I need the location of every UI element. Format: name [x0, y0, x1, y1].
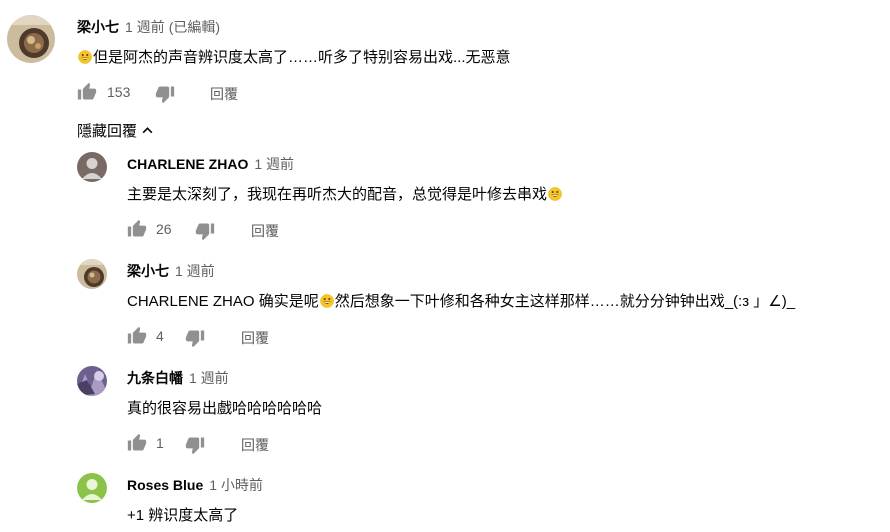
author-name[interactable]: CHARLENE ZHAO — [127, 156, 248, 172]
grinning-face-emoji-icon — [78, 50, 92, 64]
comment-text-content: +1 辨识度太高了 — [127, 507, 239, 524]
thumb-down-icon[interactable] — [185, 435, 205, 455]
grinning-face-emoji-icon — [548, 187, 562, 201]
thumb-down-icon[interactable] — [195, 221, 215, 241]
comment-text-content: CHARLENE ZHAO 确实是呢 — [127, 293, 319, 310]
thumb-up-icon[interactable] — [127, 219, 147, 239]
comment-text-content: 但是阿杰的声音辨识度太高了……听多了特别容易出戏...无恶意 — [93, 49, 511, 66]
comment-text-content: 真的很容易出戲哈哈哈哈哈哈 — [127, 400, 323, 417]
avatar[interactable] — [77, 152, 107, 182]
avatar[interactable] — [77, 473, 107, 503]
comment-actions: 26 回覆 — [127, 218, 327, 242]
thumb-up-icon[interactable] — [127, 326, 147, 346]
reply-button[interactable]: 回覆 — [241, 328, 269, 348]
hide-replies-toggle[interactable]: 隱藏回覆 — [77, 120, 154, 141]
thumb-down-icon[interactable] — [185, 328, 205, 348]
comment-author[interactable]: CHARLENE ZHAO 1 週前 — [127, 154, 294, 174]
comment-timestamp[interactable]: 1 週前 — [175, 263, 215, 279]
thumb-up-icon[interactable] — [127, 433, 147, 453]
comment-text: 主要是太深刻了，我现在再听杰大的配音，总觉得是叶修去串戏 — [127, 183, 563, 204]
comment-text: +1 辨识度太高了 — [127, 504, 238, 525]
comment-author[interactable]: 九条白幡 1 週前 — [127, 368, 229, 388]
edited-label: (已編輯) — [168, 19, 221, 35]
reply-button[interactable]: 回覆 — [210, 84, 238, 104]
reply-button[interactable]: 回覆 — [241, 435, 269, 455]
author-name[interactable]: 梁小七 — [77, 19, 119, 35]
comment-actions: 4 回覆 — [127, 325, 327, 349]
like-count: 1 — [156, 435, 164, 451]
comment-actions: 153 回覆 — [77, 81, 277, 105]
like-count: 4 — [156, 328, 164, 344]
comment-timestamp[interactable]: 1 週前 — [125, 19, 165, 35]
author-name[interactable]: 梁小七 — [127, 263, 169, 279]
reply-button[interactable]: 回覆 — [251, 221, 279, 241]
avatar[interactable] — [77, 366, 107, 396]
author-name[interactable]: 九条白幡 — [127, 370, 183, 386]
avatar[interactable] — [77, 259, 107, 289]
comment-text-content: 然后想象一下叶修和各种女主这样那样……就分分钟钟出戏_(:з 」∠)_ — [334, 293, 796, 310]
thumb-up-icon[interactable] — [77, 82, 97, 102]
like-count: 26 — [156, 221, 172, 237]
author-name[interactable]: Roses Blue — [127, 477, 203, 493]
thumb-down-icon[interactable] — [155, 84, 175, 104]
comment-author[interactable]: 梁小七 1 週前 — [127, 261, 215, 281]
comment-text: 但是阿杰的声音辨识度太高了……听多了特别容易出戏...无恶意 — [77, 46, 511, 67]
comment-text: 真的很容易出戲哈哈哈哈哈哈 — [127, 397, 322, 418]
grinning-face-emoji-icon — [319, 294, 334, 308]
comment-text: CHARLENE ZHAO 确实是呢 然后想象一下叶修和各种女主这样那样……就分分… — [127, 290, 795, 311]
chevron-up-icon — [142, 127, 153, 134]
like-count: 153 — [107, 84, 131, 100]
comment-actions: 1 回覆 — [127, 432, 327, 456]
hide-replies-label[interactable]: 隱藏回覆 — [77, 123, 137, 140]
comment-timestamp[interactable]: 1 小時前 — [209, 477, 263, 493]
comment-timestamp[interactable]: 1 週前 — [254, 156, 294, 172]
comment-text-content: 主要是太深刻了，我现在再听杰大的配音，总觉得是叶修去串戏 — [127, 186, 548, 203]
comment-author[interactable]: Roses Blue 1 小時前 — [127, 475, 263, 495]
avatar[interactable] — [7, 15, 55, 63]
comment-author[interactable]: 梁小七 1 週前 (已編輯) — [77, 17, 220, 37]
comment-timestamp[interactable]: 1 週前 — [189, 370, 229, 386]
